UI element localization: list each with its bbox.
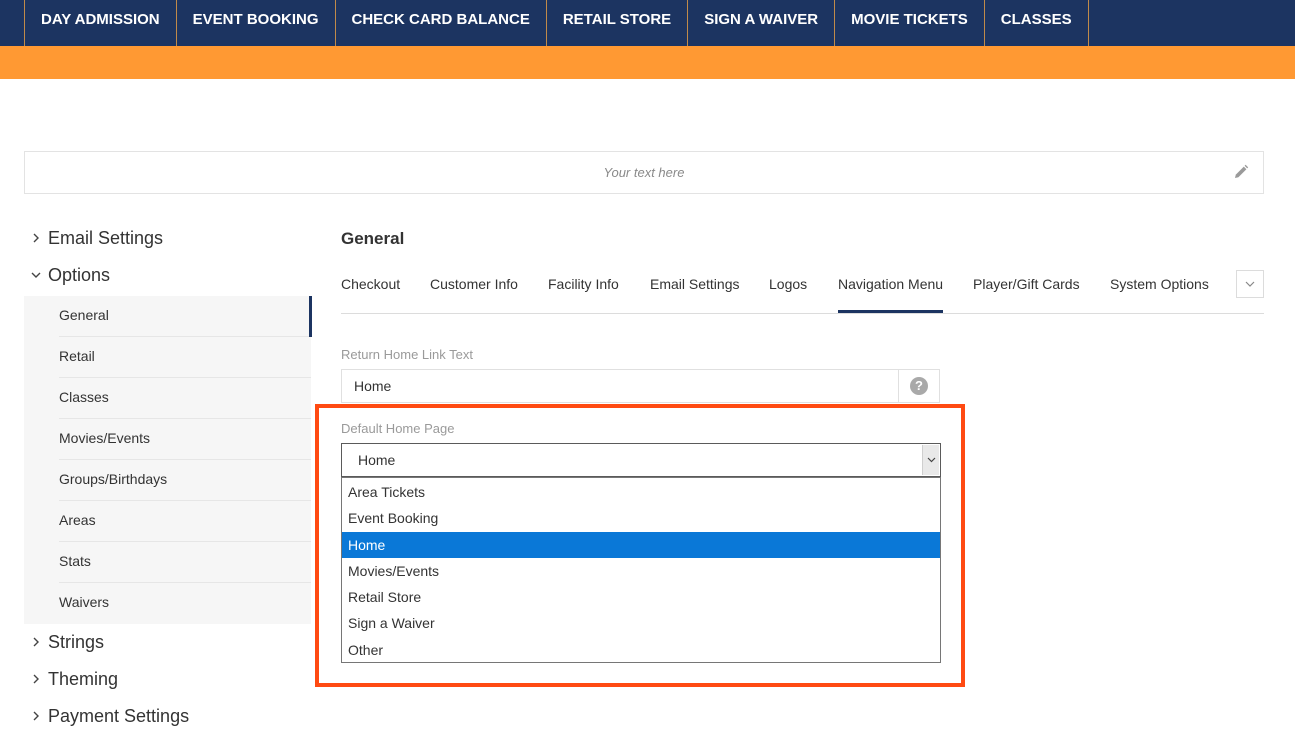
sidebar-section-options[interactable]: Options [24,259,312,296]
question-icon: ? [910,377,928,395]
default-home-label: Default Home Page [341,421,455,436]
sidebar-item-label: Groups/Birthdays [59,471,168,487]
nav-item-check-card-balance[interactable]: CHECK CARD BALANCE [336,0,547,46]
editable-text-banner[interactable]: Your text here [24,151,1264,194]
tab-email-settings[interactable]: Email Settings [650,276,739,292]
sidebar-section-theming[interactable]: Theming [24,663,312,700]
nav-item-movie-tickets[interactable]: MOVIE TICKETS [835,0,985,46]
sidebar-item-retail[interactable]: Retail [24,337,311,378]
sidebar-section-label: Email Settings [48,228,164,248]
nav-item-sign-a-waiver[interactable]: SIGN A WAIVER [688,0,836,46]
tabs-more-button[interactable] [1236,270,1264,298]
tab-navigation-menu[interactable]: Navigation Menu [838,276,944,313]
chevron-down-icon [31,272,41,278]
sidebar-item-label: General [59,307,109,323]
tab-player-gift-cards[interactable]: Player/Gift Cards [973,276,1080,292]
sidebar-item-label: Stats [59,553,91,569]
sidebar-item-stats[interactable]: Stats [24,542,311,583]
sidebar-item-movies-events[interactable]: Movies/Events [24,419,311,460]
nav-item-classes[interactable]: CLASSES [985,0,1089,46]
default-home-select[interactable]: Home [341,443,941,477]
tab-checkout[interactable]: Checkout [341,276,400,292]
sidebar-item-label: Waivers [59,594,110,610]
tab-system-options[interactable]: System Options [1110,276,1209,292]
accent-bar [0,46,1295,79]
select-value: Home [358,452,396,468]
nav-item-retail-store[interactable]: RETAIL STORE [547,0,689,46]
sidebar-section-payment-settings[interactable]: Payment Settings [24,700,312,737]
page-title: General [341,229,405,248]
help-button[interactable]: ? [898,369,940,403]
return-home-label: Return Home Link Text [341,347,473,362]
chevron-right-icon [33,674,39,684]
dropdown-option[interactable]: Retail Store [342,584,940,610]
sidebar-section-label: Options [48,265,111,285]
sidebar-item-label: Retail [59,348,95,364]
sidebar-item-label: Classes [59,389,109,405]
tab-customer-info[interactable]: Customer Info [430,276,518,292]
settings-sidebar: Email Settings Options General Retail Cl… [24,222,312,737]
settings-tabs: Checkout Customer Info Facility Info Ema… [341,268,1264,314]
sidebar-section-email-settings[interactable]: Email Settings [24,222,312,259]
top-nav-items: DAY ADMISSION EVENT BOOKING CHECK CARD B… [24,0,1089,46]
sidebar-section-label: Payment Settings [48,706,190,726]
sidebar-item-classes[interactable]: Classes [24,378,311,419]
dropdown-option[interactable]: Event Booking [342,505,940,531]
return-home-input[interactable]: Home [341,369,940,403]
chevron-down-icon [927,457,936,463]
dropdown-option-selected[interactable]: Home [342,531,940,558]
dropdown-option[interactable]: Area Tickets [342,479,940,505]
top-nav: DAY ADMISSION EVENT BOOKING CHECK CARD B… [0,0,1295,46]
dropdown-option[interactable]: Sign a Waiver [342,610,940,636]
tab-logos[interactable]: Logos [769,276,807,292]
chevron-right-icon [33,637,39,647]
tab-facility-info[interactable]: Facility Info [548,276,619,292]
options-submenu: General Retail Classes Movies/Events Gro… [24,296,312,624]
select-arrow[interactable] [922,445,939,475]
pencil-icon[interactable] [1233,164,1249,180]
sidebar-section-label: Strings [48,632,105,652]
sidebar-item-groups-birthdays[interactable]: Groups/Birthdays [24,460,311,501]
chevron-right-icon [33,233,39,243]
nav-item-event-booking[interactable]: EVENT BOOKING [177,0,336,46]
chevron-down-icon [1245,281,1255,287]
sidebar-item-areas[interactable]: Areas [24,501,311,542]
sidebar-item-label: Movies/Events [59,430,151,446]
sidebar-item-general[interactable]: General [24,296,312,337]
sidebar-section-strings[interactable]: Strings [24,626,312,663]
sidebar-item-waivers[interactable]: Waivers [24,583,311,624]
dropdown-option[interactable]: Other [342,637,940,663]
default-home-dropdown: Area Tickets Event Booking Home Movies/E… [341,477,941,663]
nav-item-day-admission[interactable]: DAY ADMISSION [25,0,177,46]
chevron-right-icon [33,711,39,721]
banner-placeholder: Your text here [603,165,685,180]
dropdown-option[interactable]: Movies/Events [342,558,940,584]
sidebar-section-label: Theming [48,669,119,689]
sidebar-item-label: Areas [59,512,96,528]
